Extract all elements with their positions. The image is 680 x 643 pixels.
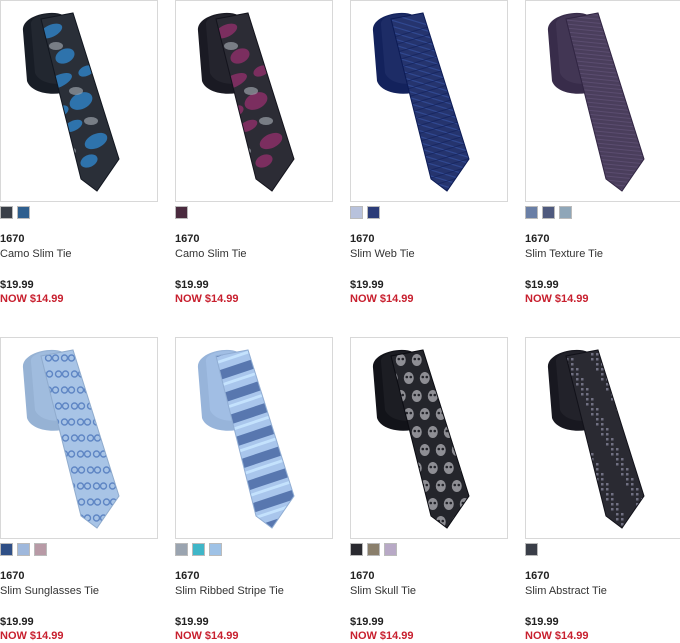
color-swatch[interactable] [175,543,188,556]
tie-image [372,12,470,192]
original-price: $19.99 [350,279,384,291]
product-name[interactable]: Slim Ribbed Stripe Tie [175,585,284,597]
original-price: $19.99 [175,279,209,291]
product-image-link[interactable] [0,337,158,539]
color-swatch[interactable] [209,543,222,556]
product-image-link[interactable] [175,0,333,202]
color-swatches [0,206,34,221]
product-brand[interactable]: 1670 [0,233,24,245]
product-brand[interactable]: 1670 [525,570,549,582]
color-swatch[interactable] [367,543,380,556]
product-image-link[interactable] [175,337,333,539]
sale-price: $14.99 [204,630,239,642]
sale-price: $14.99 [29,630,64,642]
color-swatch[interactable] [559,206,572,219]
sale-label: NOW [0,293,27,305]
tie-blade [566,350,644,528]
product-image-link[interactable] [350,337,508,539]
sale-price: $14.99 [554,630,589,642]
tie-image [22,12,120,192]
color-swatch[interactable] [192,543,205,556]
sale-price-line: NOW $14.99 [175,630,239,642]
product-name[interactable]: Slim Skull Tie [350,585,416,597]
color-swatch[interactable] [367,206,380,219]
color-swatches [525,543,542,558]
sale-price-line: NOW $14.99 [525,293,589,305]
color-swatches [175,206,192,221]
product-brand[interactable]: 1670 [0,570,24,582]
color-swatch[interactable] [17,206,30,219]
product-brand[interactable]: 1670 [175,233,199,245]
tie-image [547,12,645,192]
product-name[interactable]: Camo Slim Tie [175,248,247,260]
sale-price-line: NOW $14.99 [175,293,239,305]
sale-label: NOW [350,630,377,642]
tie-image [547,349,645,529]
color-swatch[interactable] [17,543,30,556]
color-swatch[interactable] [350,206,363,219]
original-price: $19.99 [175,616,209,628]
sale-label: NOW [525,630,552,642]
sale-price-line: NOW $14.99 [350,293,414,305]
product-image-link[interactable] [525,337,680,539]
color-swatch[interactable] [542,206,555,219]
color-swatches [525,206,576,221]
color-swatch[interactable] [525,543,538,556]
product-image-link[interactable] [350,0,508,202]
sale-label: NOW [525,293,552,305]
sale-price-line: NOW $14.99 [350,630,414,642]
sale-label: NOW [0,630,27,642]
product-name[interactable]: Slim Abstract Tie [525,585,607,597]
sale-label: NOW [175,293,202,305]
sale-price-line: NOW $14.99 [525,630,589,642]
sale-label: NOW [350,293,377,305]
product-brand[interactable]: 1670 [350,233,374,245]
sale-price: $14.99 [379,293,414,305]
original-price: $19.99 [0,616,34,628]
original-price: $19.99 [525,616,559,628]
product-name[interactable]: Slim Web Tie [350,248,415,260]
product-image-link[interactable] [0,0,158,202]
sale-price: $14.99 [204,293,239,305]
product-brand[interactable]: 1670 [525,233,549,245]
tie-image [197,349,295,529]
sale-price-line: NOW $14.99 [0,293,64,305]
tie-image [22,349,120,529]
tie-image [197,12,295,192]
product-grid: 1670 Camo Slim Tie $19.99 NOW $14.99 1670… [0,0,680,643]
product-name[interactable]: Camo Slim Tie [0,248,72,260]
original-price: $19.99 [0,279,34,291]
product-name[interactable]: Slim Texture Tie [525,248,603,260]
product-image-link[interactable] [525,0,680,202]
tie-image [372,349,470,529]
color-swatches [175,543,226,558]
color-swatch[interactable] [175,206,188,219]
original-price: $19.99 [350,616,384,628]
color-swatches [350,543,401,558]
color-swatch[interactable] [0,206,13,219]
original-price: $19.99 [525,279,559,291]
sale-label: NOW [175,630,202,642]
color-swatches [350,206,384,221]
sale-price: $14.99 [29,293,64,305]
sale-price: $14.99 [379,630,414,642]
color-swatch[interactable] [34,543,47,556]
product-brand[interactable]: 1670 [350,570,374,582]
color-swatches [0,543,51,558]
color-swatch[interactable] [350,543,363,556]
product-brand[interactable]: 1670 [175,570,199,582]
sale-price-line: NOW $14.99 [0,630,64,642]
product-name[interactable]: Slim Sunglasses Tie [0,585,99,597]
sale-price: $14.99 [554,293,589,305]
color-swatch[interactable] [384,543,397,556]
color-swatch[interactable] [0,543,13,556]
color-swatch[interactable] [525,206,538,219]
